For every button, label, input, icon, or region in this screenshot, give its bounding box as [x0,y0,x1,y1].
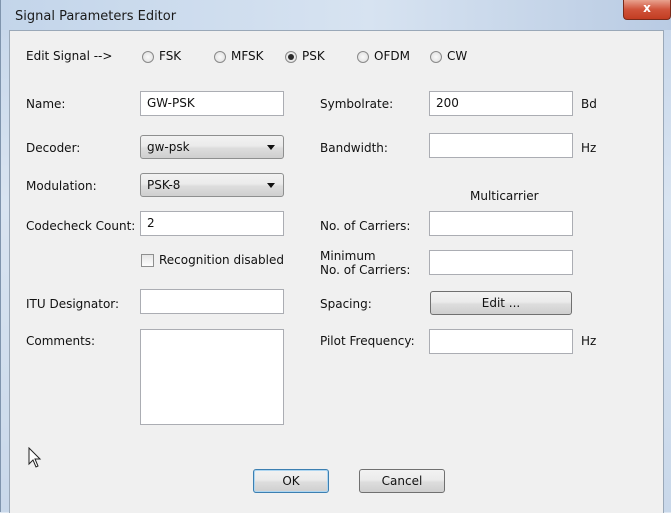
radio-ofdm-label: OFDM [374,49,410,63]
radio-psk-label: PSK [302,49,325,63]
itu-designator-label: ITU Designator: [26,297,120,311]
multicarrier-heading: Multicarrier [470,189,539,203]
bandwidth-label: Bandwidth: [320,141,388,155]
carriers-field[interactable] [429,211,573,236]
spacing-label: Spacing: [320,297,372,311]
min-carriers-field[interactable] [429,250,573,275]
decoder-select[interactable]: gw-psk [140,135,284,159]
symbolrate-unit: Bd [581,97,597,111]
modulation-select[interactable]: PSK-8 [140,173,284,197]
itu-designator-field[interactable] [140,289,284,314]
decoder-value: gw-psk [147,140,190,154]
carriers-label: No. of Carriers: [320,219,411,233]
radio-mfsk-label: MFSK [231,49,264,63]
symbolrate-field[interactable]: 200 [429,91,573,116]
chevron-down-icon [267,145,275,150]
min-carriers-label: Minimum No. of Carriers: [320,249,410,277]
comments-label: Comments: [26,334,96,348]
modulation-label: Modulation: [26,179,97,193]
bandwidth-unit: Hz [581,141,597,155]
mouse-pointer-icon [28,447,42,468]
checkbox-box[interactable] [141,254,154,267]
symbolrate-label: Symbolrate: [320,97,394,111]
radio-ofdm-circle[interactable] [357,51,369,63]
radio-mfsk-circle[interactable] [214,51,226,63]
min-carriers-label-line1: Minimum [320,249,376,263]
comments-textarea[interactable] [140,329,284,425]
dialog-window: Signal Parameters Editor x Edit Signal -… [0,0,671,513]
pilot-frequency-label: Pilot Frequency: [320,334,415,348]
window-title: Signal Parameters Editor [15,9,177,24]
min-carriers-label-line2: No. of Carriers: [320,263,411,277]
name-label: Name: [26,97,66,111]
codecheck-count-field[interactable]: 2 [140,211,284,236]
radio-cw-circle[interactable] [430,51,442,63]
modulation-value: PSK-8 [147,178,181,192]
pilot-frequency-field[interactable] [429,329,573,354]
spacing-edit-button[interactable]: Edit ... [430,291,572,315]
radio-fsk-circle[interactable] [142,51,154,63]
radio-cw-label: CW [447,49,468,63]
ok-button[interactable]: OK [253,469,329,493]
decoder-label: Decoder: [26,141,81,155]
name-field[interactable]: GW-PSK [140,91,284,116]
bandwidth-field[interactable] [429,133,573,158]
chevron-down-icon [267,183,275,188]
close-button[interactable]: x [623,0,671,20]
edit-signal-label: Edit Signal --> [26,49,113,63]
codecheck-count-label: Codecheck Count: [26,219,136,233]
radio-fsk-label: FSK [159,49,182,63]
radio-psk-circle[interactable] [285,51,297,63]
cancel-button[interactable]: Cancel [359,469,445,493]
close-icon: x [643,1,651,15]
title-bar[interactable]: Signal Parameters Editor x [1,0,671,30]
pilot-frequency-unit: Hz [581,334,597,348]
dialog-client-area: Edit Signal --> FSK MFSK PSK OFDM CW Nam… [9,30,664,513]
recognition-disabled-label: Recognition disabled [159,253,284,267]
